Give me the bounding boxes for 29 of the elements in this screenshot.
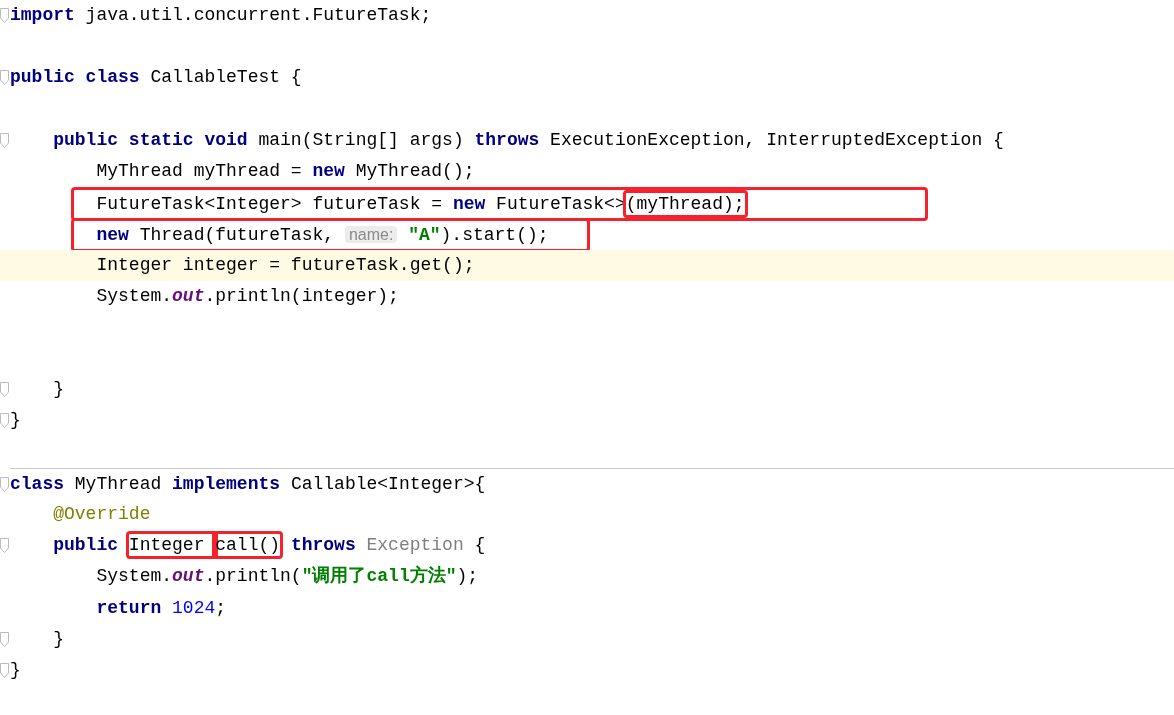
fold-icon[interactable] xyxy=(0,662,9,678)
fold-icon[interactable] xyxy=(0,132,9,148)
fold-icon[interactable] xyxy=(0,538,9,554)
code-text: new Thread(futureTask, xyxy=(96,225,336,246)
code-text: } xyxy=(10,659,21,680)
code-text: public static void main(String[] args) throws ExecutionException, InterruptedException { xyxy=(53,129,1004,150)
fold-icon[interactable] xyxy=(0,70,9,86)
code-text: return 1024; xyxy=(96,597,227,618)
code-text: "A").start(); xyxy=(407,225,549,246)
code-text: } xyxy=(53,628,65,649)
code-text: public class CallableTest { xyxy=(10,67,302,88)
fold-icon[interactable] xyxy=(0,631,9,647)
fold-icon[interactable] xyxy=(0,382,9,398)
code-text: Integer integer = futureTask.get(); xyxy=(96,254,475,275)
code-text: throws Exception { xyxy=(289,535,486,556)
fold-icon[interactable] xyxy=(0,8,9,23)
code-text: } xyxy=(10,410,21,431)
fold-icon[interactable] xyxy=(0,476,9,492)
parameter-hint: name: xyxy=(344,226,398,244)
code-text: MyThread myThread = new MyThread(); xyxy=(96,160,475,181)
code-text: class MyThread implements Callable<Integer>{ xyxy=(10,473,486,494)
highlight-box: (myThread); xyxy=(622,190,748,219)
code-text: } xyxy=(53,379,65,400)
fold-icon[interactable] xyxy=(0,413,9,429)
code-text: import java.util.concurrent.FutureTask; xyxy=(10,5,432,25)
code-text: @Override xyxy=(53,504,151,524)
code-text: System.out.println("调用了call方法"); xyxy=(96,566,479,587)
code-text: public xyxy=(53,535,120,556)
code-text: System.out.println(integer); xyxy=(96,285,399,306)
